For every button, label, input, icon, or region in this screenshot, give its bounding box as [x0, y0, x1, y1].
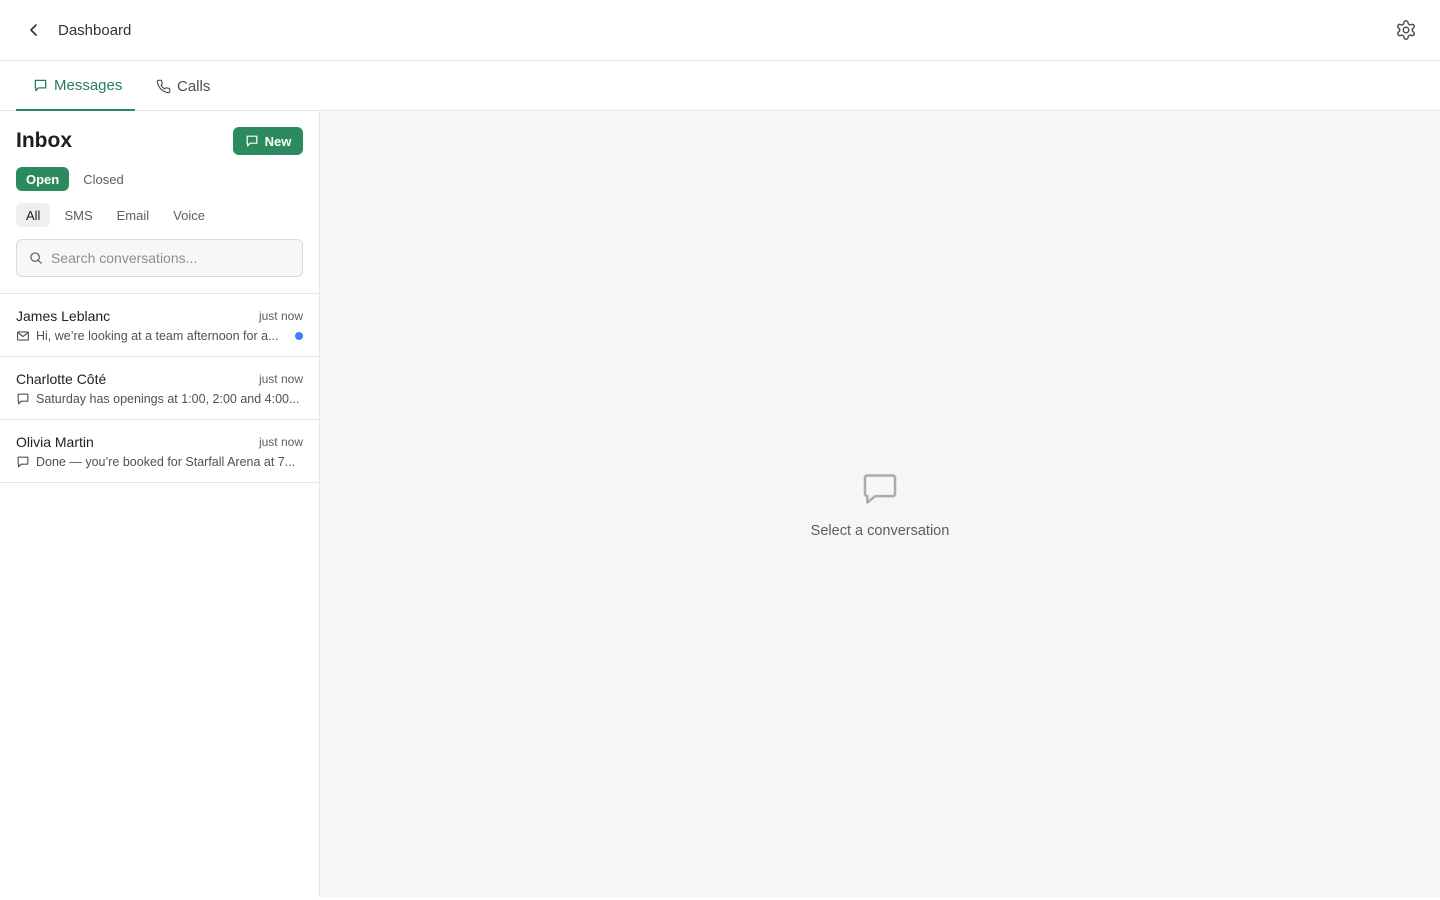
back-to-dashboard-button[interactable]: Dashboard — [22, 16, 131, 44]
message-icon — [16, 455, 30, 469]
new-conversation-button[interactable]: New — [233, 127, 303, 155]
top-bar: Dashboard — [0, 0, 1440, 61]
list-item[interactable]: Charlotte Côté just now Saturday has ope… — [0, 357, 319, 420]
conversation-sidebar: Inbox New Open Closed All SMS Email Voic… — [0, 111, 320, 897]
back-label: Dashboard — [58, 21, 132, 39]
contact-name: James Leblanc — [16, 308, 111, 324]
list-item[interactable]: Olivia Martin just now Done — you’re boo… — [0, 420, 319, 483]
message-icon — [860, 469, 900, 509]
tab-messages[interactable]: Messages — [16, 61, 135, 111]
timestamp: just now — [258, 309, 303, 323]
conversation-panel: Select a conversation — [320, 111, 1440, 897]
phone-icon — [155, 78, 171, 94]
empty-state-text: Select a conversation — [810, 523, 950, 539]
channel-filters: All SMS Email Voice — [16, 203, 219, 227]
contact-name: Charlotte Côté — [16, 371, 107, 387]
inbox-title: Inbox — [16, 129, 72, 152]
gear-icon — [1395, 19, 1417, 41]
message-preview: Saturday has openings at 1:00, 2:00 and … — [36, 392, 300, 406]
status-toggle: Open Closed — [16, 167, 134, 191]
status-closed-toggle[interactable]: Closed — [73, 167, 133, 191]
mail-icon — [16, 329, 30, 343]
tab-calls-label: Calls — [177, 77, 211, 95]
contact-name: Olivia Martin — [16, 434, 94, 450]
status-open-toggle[interactable]: Open — [16, 167, 70, 191]
message-preview: Done — you’re booked for Starfall Arena … — [36, 455, 296, 469]
search-input[interactable] — [51, 250, 291, 266]
filter-voice[interactable]: Voice — [163, 203, 215, 227]
chevron-left-icon — [22, 18, 46, 42]
unread-indicator — [295, 332, 303, 340]
message-icon — [16, 392, 30, 406]
message-preview: Hi, we’re looking at a team afternoon fo… — [36, 329, 279, 343]
timestamp: just now — [258, 435, 303, 449]
settings-button[interactable] — [1394, 18, 1418, 42]
tab-bar: Messages Calls — [0, 61, 1440, 111]
tab-calls[interactable]: Calls — [155, 61, 210, 111]
new-button-label: New — [264, 133, 292, 149]
filter-all[interactable]: All — [16, 203, 51, 227]
empty-state: Select a conversation — [320, 469, 1440, 539]
filter-sms[interactable]: SMS — [54, 203, 102, 227]
message-icon — [32, 77, 48, 93]
timestamp: just now — [258, 372, 303, 386]
conversation-list: James Leblanc just now Hi, we’re looking… — [0, 293, 319, 483]
tab-messages-label: Messages — [54, 76, 123, 94]
search-icon — [29, 251, 43, 265]
message-icon — [245, 134, 259, 148]
filter-email[interactable]: Email — [107, 203, 160, 227]
search-box — [16, 239, 303, 277]
list-item[interactable]: James Leblanc just now Hi, we’re looking… — [0, 294, 319, 357]
